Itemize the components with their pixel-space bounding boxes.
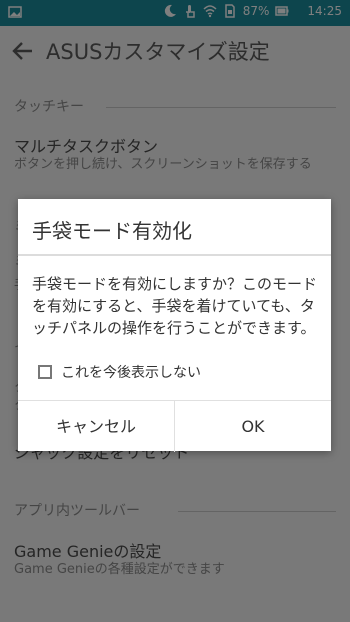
glove-mode-dialog: 手袋モード有効化 手袋モードを有効にしますか？このモードを有効にすると、手袋を着… (18, 199, 331, 452)
dialog-button-bar: キャンセル OK (18, 400, 331, 452)
dialog-message: 手袋モードを有効にしますか？このモードを有効にすると、手袋を着けていても、タッチ… (32, 275, 318, 337)
checkbox-box[interactable] (38, 365, 52, 379)
checkbox-label: これを今後表示しない (61, 365, 201, 381)
dialog-title-divider (18, 254, 331, 256)
cancel-button[interactable]: キャンセル (18, 401, 174, 452)
dialog-title: 手袋モード有効化 (32, 219, 192, 243)
dont-show-again-checkbox[interactable]: これを今後表示しない (38, 362, 201, 382)
ok-button[interactable]: OK (175, 401, 331, 452)
